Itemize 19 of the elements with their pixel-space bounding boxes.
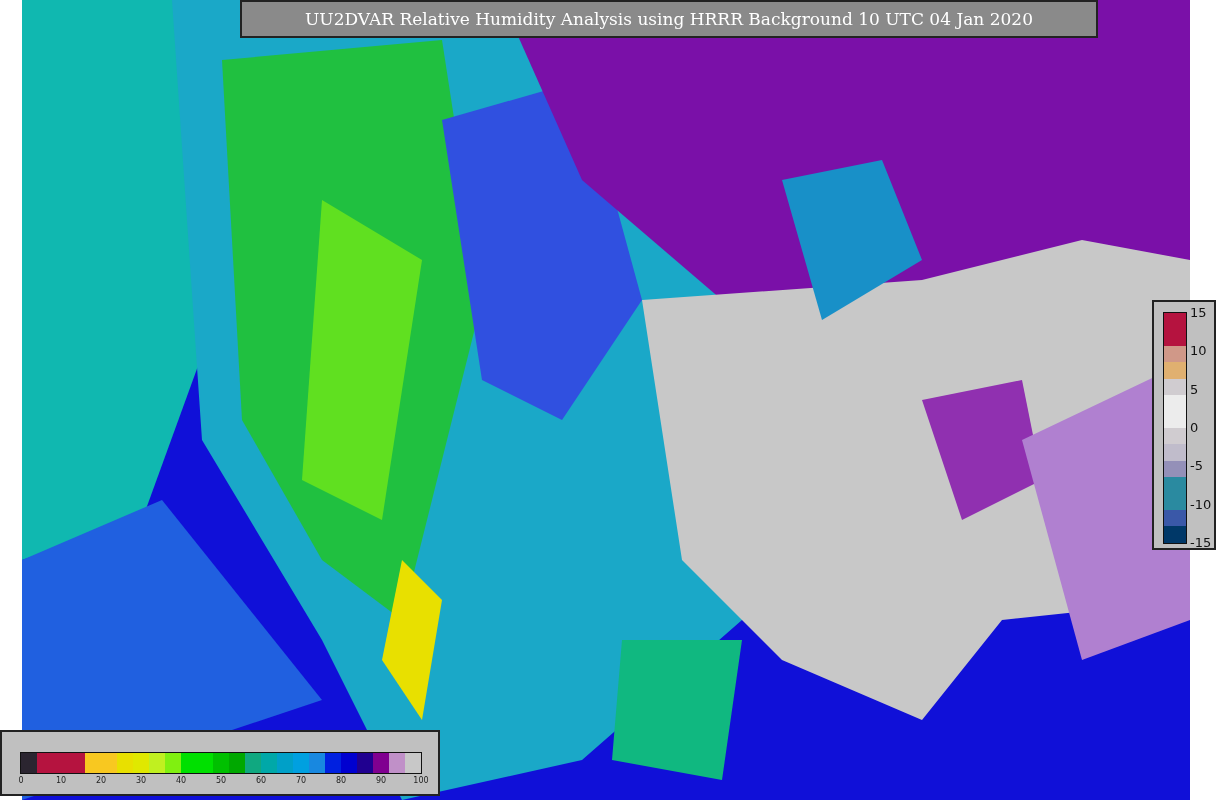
tick-label: -15 — [1190, 534, 1212, 550]
tick-label: 80 — [335, 776, 347, 785]
tick-label: 100 — [413, 776, 429, 785]
tick-label: 15 — [1190, 304, 1207, 320]
tick-label: 10 — [55, 776, 67, 785]
tick-label: 20 — [95, 776, 107, 785]
tick-label: 40 — [175, 776, 187, 785]
tick-label: 90 — [375, 776, 387, 785]
tick-label: 30 — [135, 776, 147, 785]
tick-label: 5 — [1190, 381, 1199, 397]
tick-label: 10 — [1190, 342, 1207, 358]
tick-label: 60 — [255, 776, 267, 785]
tick-label: 0 — [1190, 419, 1199, 435]
tick-label: -10 — [1190, 496, 1212, 512]
tick-label: 50 — [215, 776, 227, 785]
map-title: UU2DVAR Relative Humidity Analysis using HRRR Background 10 UTC 04 Jan 2020 — [240, 0, 1098, 38]
tick-label: -5 — [1190, 457, 1203, 473]
tick-label: 70 — [295, 776, 307, 785]
tick-label: 0 — [18, 776, 24, 785]
